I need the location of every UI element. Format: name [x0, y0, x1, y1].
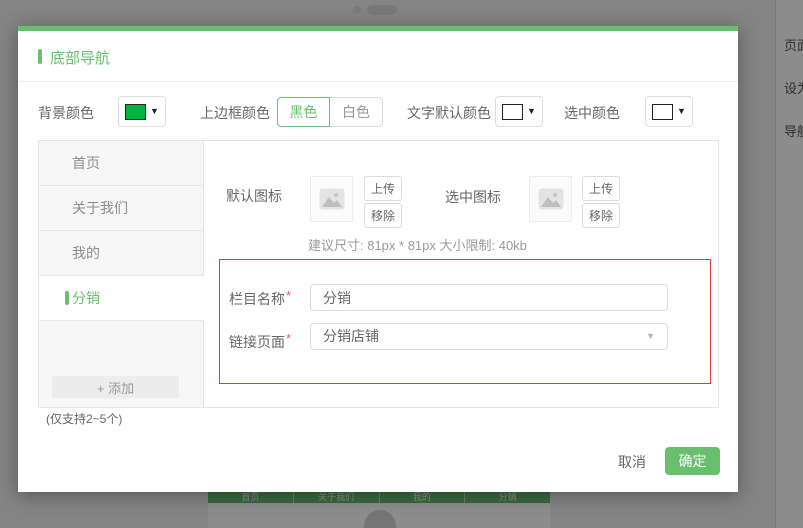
required-asterisk: *	[286, 331, 292, 346]
title-accent-bar	[38, 49, 42, 64]
border-white-button[interactable]: 白色	[330, 97, 383, 127]
bg-color-label: 背景颜色	[38, 105, 94, 121]
selected-icon-label: 选中图标	[445, 189, 501, 205]
nav-tab-label: 首页	[72, 155, 100, 171]
default-icon-remove-button[interactable]: 移除	[364, 203, 402, 228]
form-highlight-box	[219, 259, 711, 384]
chevron-down-icon: ▼	[646, 331, 655, 341]
nav-items-panel: 首页 关于我们 我的 分销 + 添加 默认图标 上传 移除 选中图标 上传 移除…	[38, 140, 719, 408]
nav-tab-label: 关于我们	[72, 200, 128, 216]
item-name-label-text: 栏目名称	[229, 291, 285, 307]
nav-tab-label: 我的	[72, 245, 100, 261]
add-tab-button[interactable]: + 添加	[52, 376, 179, 398]
selected-color-swatch	[652, 103, 674, 120]
tab-accent-bar	[65, 291, 69, 305]
item-name-label: 栏目名称*	[229, 288, 291, 309]
required-asterisk: *	[286, 288, 292, 303]
modal-header: 底部导航	[18, 31, 738, 82]
nav-tab-about[interactable]: 关于我们	[39, 186, 204, 231]
nav-tab-mine[interactable]: 我的	[39, 231, 204, 276]
image-placeholder-icon	[538, 188, 563, 210]
icon-size-hint: 建议尺寸: 81px * 81px 大小限制: 40kb	[308, 238, 527, 253]
selected-icon-upload-button[interactable]: 上传	[582, 176, 620, 201]
text-color-swatch	[502, 103, 524, 120]
border-color-label: 上边框颜色	[200, 105, 270, 121]
selected-color-label: 选中颜色	[564, 105, 620, 121]
confirm-button[interactable]: 确定	[665, 447, 720, 475]
link-page-label-text: 链接页面	[229, 334, 285, 350]
item-name-input[interactable]	[310, 284, 668, 311]
cancel-button[interactable]: 取消	[609, 450, 655, 474]
link-page-selected-value: 分销店铺	[323, 328, 379, 344]
border-black-button[interactable]: 黑色	[277, 97, 330, 127]
selected-color-picker[interactable]: ▼	[645, 96, 693, 127]
bg-color-picker[interactable]: ▼	[118, 96, 166, 127]
tab-count-note: (仅支持2~5个)	[46, 412, 123, 426]
tab-list-filler: + 添加	[39, 321, 204, 407]
chevron-down-icon: ▼	[527, 106, 536, 116]
nav-tab-label: 分销	[72, 290, 100, 306]
selected-icon-remove-button[interactable]: 移除	[582, 203, 620, 228]
default-icon-upload-button[interactable]: 上传	[364, 176, 402, 201]
selected-icon-preview[interactable]	[529, 176, 572, 222]
modal-title: 底部导航	[50, 50, 111, 67]
border-color-toggle: 黑色 白色	[277, 97, 383, 127]
chevron-down-icon: ▼	[677, 106, 686, 116]
nav-tab-home[interactable]: 首页	[39, 141, 204, 186]
image-placeholder-icon	[319, 188, 344, 210]
chevron-down-icon: ▼	[150, 106, 159, 116]
link-page-select[interactable]: 分销店铺 ▼	[310, 323, 668, 350]
nav-tab-distribution[interactable]: 分销	[39, 276, 204, 321]
bg-color-swatch	[125, 103, 147, 120]
text-color-picker[interactable]: ▼	[495, 96, 543, 127]
link-page-label: 链接页面*	[229, 331, 291, 352]
default-icon-preview[interactable]	[310, 176, 353, 222]
text-color-label: 文字默认颜色	[407, 105, 491, 121]
default-icon-label: 默认图标	[226, 188, 282, 204]
bottom-nav-settings-modal: 底部导航 × 背景颜色 ▼ 上边框颜色 黑色 白色 文字默认颜色 ▼ 选中颜色 …	[18, 26, 738, 492]
